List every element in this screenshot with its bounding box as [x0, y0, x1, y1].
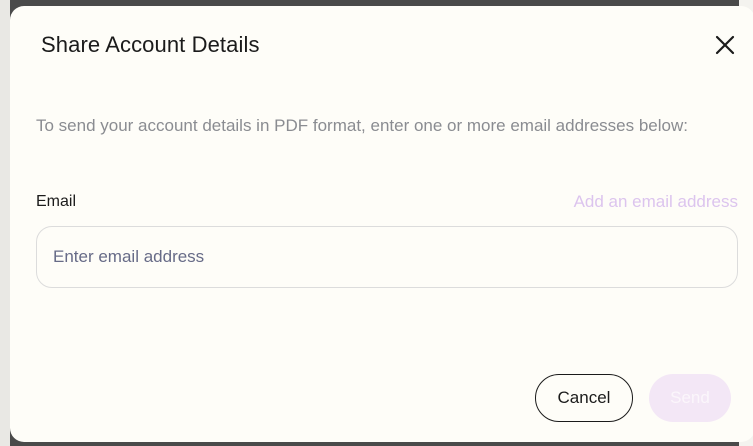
email-field[interactable]: [36, 226, 738, 288]
share-account-dialog: Share Account Details To send your accou…: [10, 6, 753, 442]
close-button[interactable]: [708, 28, 742, 62]
close-icon: [715, 35, 735, 55]
dialog-description: To send your account details in PDF form…: [36, 116, 688, 135]
backdrop-edge-left: [0, 0, 10, 446]
add-email-address-link[interactable]: Add an email address: [574, 192, 738, 212]
cancel-button[interactable]: Cancel: [535, 374, 633, 422]
email-field-label: Email: [36, 193, 77, 210]
dialog-title: Share Account Details: [41, 32, 260, 57]
send-button[interactable]: Send: [649, 374, 731, 422]
